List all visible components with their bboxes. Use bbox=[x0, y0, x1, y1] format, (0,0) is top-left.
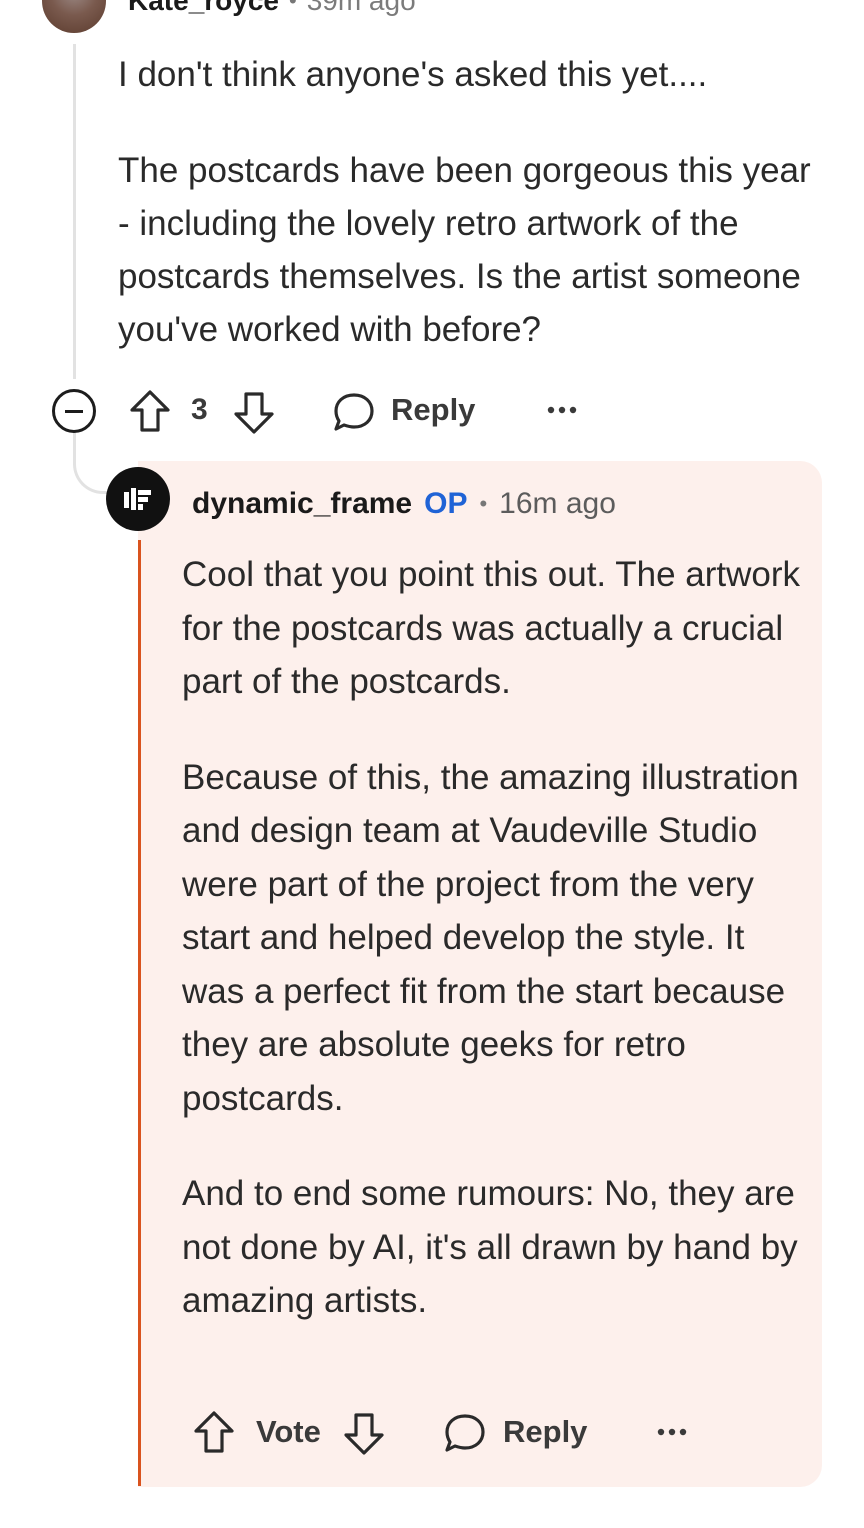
comment-paragraph: The postcards have been gorgeous this ye… bbox=[118, 151, 811, 349]
brand-logo-icon bbox=[124, 488, 151, 510]
avatar[interactable] bbox=[42, 0, 106, 33]
separator-dot: • bbox=[479, 491, 488, 516]
vote-count: 3 bbox=[191, 393, 208, 426]
upvote-icon[interactable] bbox=[128, 388, 172, 434]
reply-bubble-icon[interactable] bbox=[332, 391, 376, 433]
parent-comment-body: I don't think anyone's asked this yet...… bbox=[118, 48, 818, 399]
reply-button[interactable]: Reply bbox=[503, 1414, 587, 1450]
avatar[interactable] bbox=[106, 467, 170, 531]
reply-comment-header: dynamic_frame OP • 16m ago bbox=[192, 480, 616, 528]
more-options-icon[interactable] bbox=[656, 1426, 688, 1438]
username[interactable]: dynamic_frame bbox=[192, 487, 412, 521]
comment-time: 16m ago bbox=[499, 487, 616, 520]
reply-button[interactable]: Reply bbox=[391, 392, 475, 428]
op-badge: OP bbox=[424, 487, 468, 520]
separator-dot: • bbox=[288, 0, 297, 13]
reply-bubble-icon[interactable] bbox=[443, 1412, 487, 1454]
more-options-icon[interactable] bbox=[546, 404, 578, 416]
thread-line[interactable] bbox=[73, 44, 76, 379]
username[interactable]: Kate_royce bbox=[128, 0, 279, 17]
downvote-icon[interactable] bbox=[342, 1411, 386, 1457]
collapse-thread-button[interactable] bbox=[52, 389, 96, 433]
thread-connector bbox=[73, 430, 113, 494]
op-thread-bar[interactable] bbox=[138, 540, 141, 1486]
vote-label: Vote bbox=[256, 1414, 321, 1449]
upvote-icon[interactable] bbox=[192, 1409, 236, 1455]
reply-comment-body: Cool that you point this out. The artwor… bbox=[182, 548, 812, 1370]
comment-paragraph: Because of this, the amazing illustratio… bbox=[182, 757, 799, 1118]
comment-paragraph: Cool that you point this out. The artwor… bbox=[182, 555, 801, 701]
comment-time: 39m ago bbox=[306, 0, 416, 16]
minus-icon bbox=[65, 409, 83, 413]
parent-comment-actions: 3 Reply bbox=[52, 386, 612, 436]
downvote-icon[interactable] bbox=[232, 390, 276, 436]
reply-comment-actions: Vote Reply bbox=[190, 1406, 710, 1458]
comment-paragraph: I don't think anyone's asked this yet...… bbox=[118, 55, 708, 94]
parent-comment-header: Kate_royce • 39m ago bbox=[42, 0, 742, 33]
comment-paragraph: And to end some rumours: No, they are no… bbox=[182, 1174, 798, 1320]
